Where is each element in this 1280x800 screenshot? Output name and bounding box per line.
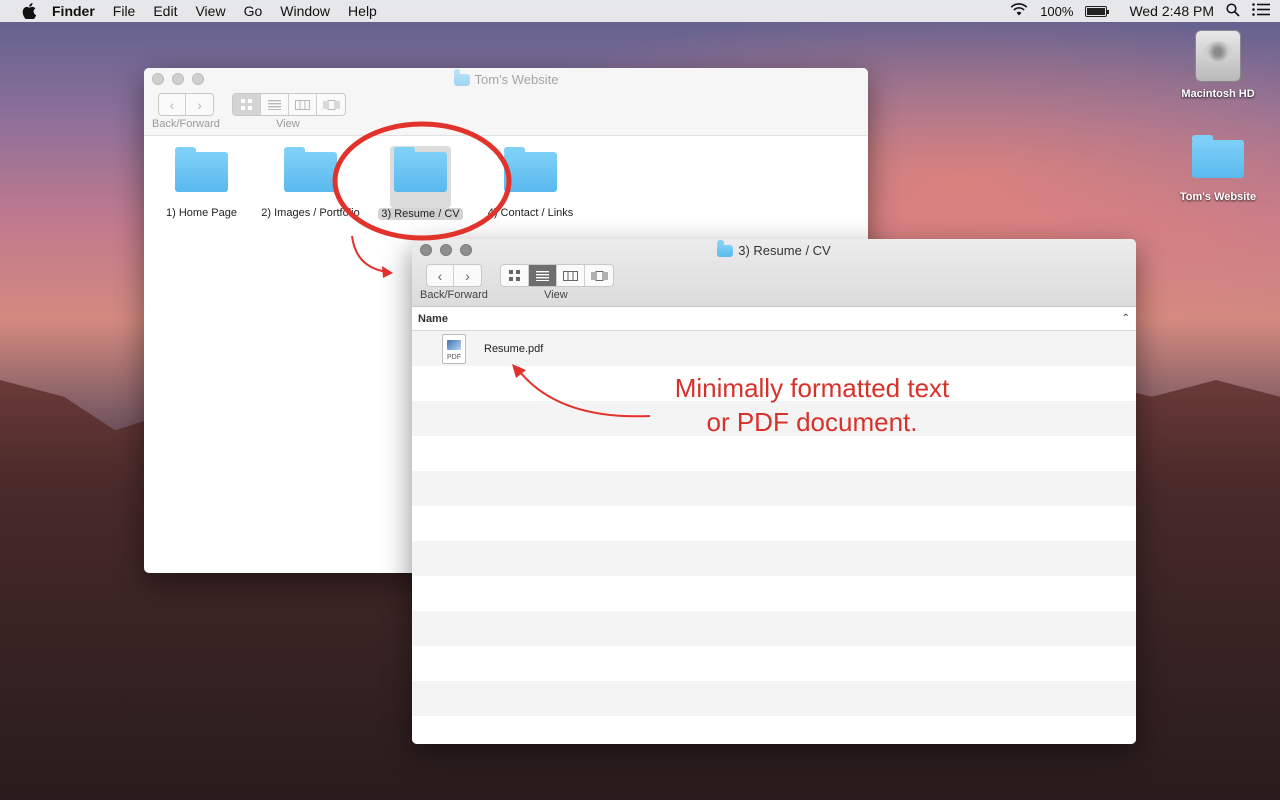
list-row [412,436,1136,471]
folder-item-label: 3) Resume / CV [378,208,463,220]
folder-item-label: 4) Contact / Links [487,207,574,219]
back-forward-group: ‹ › [158,93,214,116]
window-title: 3) Resume / CV [412,239,1136,258]
window-titlebar[interactable]: 3) Resume / CV ‹ › Back/Forward View [412,239,1136,307]
list-row [412,541,1136,576]
column-header-label: Name [418,312,448,325]
cover-flow-icon [323,99,339,110]
wifi-icon[interactable] [1010,3,1028,19]
battery-percent[interactable]: 100% [1040,4,1073,19]
view-mode-group [500,264,614,287]
menu-go[interactable]: Go [244,3,263,19]
desktop-icon-macintosh-hd[interactable]: Macintosh HD [1168,30,1268,100]
annotation-text: Minimally formatted text or PDF document… [652,371,972,439]
list-row [412,646,1136,681]
folder-icon [175,147,228,192]
list-row [412,716,1136,744]
cover-flow-button[interactable] [585,265,613,286]
apple-menu-icon[interactable] [20,3,38,19]
icon-view-button[interactable] [501,265,529,286]
annotation-line-2: or PDF document. [706,407,918,437]
desktop-icon-toms-website[interactable]: Tom's Website [1168,135,1268,203]
folder-icon [504,147,557,192]
folder-icon [717,239,734,257]
file-name: Resume.pdf [484,342,544,355]
list-icon [536,270,549,281]
view-mode-group [232,93,346,116]
list-row [412,576,1136,611]
folder-icon [394,147,447,192]
battery-fill [1087,7,1106,15]
notification-center-icon[interactable] [1252,3,1270,19]
list-row [412,471,1136,506]
back-button[interactable]: ‹ [159,94,186,115]
sort-ascending-icon: ⌃ [1121,313,1130,324]
column-view-button[interactable] [289,94,317,115]
battery-icon[interactable] [1085,5,1110,17]
menu-help[interactable]: Help [348,3,377,19]
back-forward-label: Back/Forward [152,118,220,130]
menu-view[interactable]: View [195,3,225,19]
window-title-text: 3) Resume / CV [738,243,831,258]
annotation-line-1: Minimally formatted text [674,373,950,403]
columns-icon [295,99,310,110]
menu-finder[interactable]: Finder [52,3,95,19]
list-row [412,611,1136,646]
list-row [412,506,1136,541]
finder-window-resume-cv: 3) Resume / CV ‹ › Back/Forward View Nam… [412,239,1136,744]
back-forward-label: Back/Forward [420,289,488,301]
view-label: View [544,289,568,301]
back-forward-group: ‹ › [426,264,482,287]
cover-flow-icon [591,270,607,281]
folder-item-resume-cv[interactable]: 3) Resume / CV [363,146,478,220]
menu-file[interactable]: File [113,3,136,19]
clock[interactable]: Wed 2:48 PM [1129,3,1214,19]
column-view-button[interactable] [557,265,585,286]
list-view-button[interactable] [261,94,289,115]
menu-edit[interactable]: Edit [153,3,177,19]
list-row [412,681,1136,716]
folder-icon [1192,135,1244,178]
cover-flow-button[interactable] [317,94,345,115]
grid-icon [509,270,520,281]
desktop-icon-label: Macintosh HD [1181,88,1255,100]
grid-icon [241,99,252,110]
view-label: View [276,118,300,130]
folder-item-label: 2) Images / Portfolio [261,207,360,219]
icon-view-button[interactable] [233,94,261,115]
file-row-resume-pdf[interactable]: PDF Resume.pdf [412,331,1136,366]
folder-item-images-portfolio[interactable]: 2) Images / Portfolio [253,147,368,219]
folder-item-home-page[interactable]: 1) Home Page [144,147,259,219]
pdf-badge: PDF [447,353,461,361]
desktop-icon-label: Tom's Website [1179,191,1257,203]
column-header-name[interactable]: Name ⌃ [412,307,1136,331]
columns-icon [563,270,578,281]
back-button[interactable]: ‹ [427,265,454,286]
folder-icon [284,147,337,192]
window-titlebar[interactable]: Tom's Website ‹ › Back/Forward View [144,68,868,136]
list-icon [268,99,281,110]
menu-window[interactable]: Window [280,3,330,19]
forward-button[interactable]: › [186,94,213,115]
folder-item-label: 1) Home Page [166,207,237,219]
forward-button[interactable]: › [454,265,481,286]
spotlight-search-icon[interactable] [1226,2,1240,20]
list-view-button[interactable] [529,265,557,286]
window-title: Tom's Website [144,68,868,87]
pdf-document-icon: PDF [442,333,466,364]
hard-drive-icon [1195,30,1241,82]
folder-icon [453,68,470,86]
window-title-text: Tom's Website [474,72,559,87]
folder-item-contact-links[interactable]: 4) Contact / Links [473,147,588,219]
menu-bar: Finder File Edit View Go Window Help 100… [0,0,1280,22]
